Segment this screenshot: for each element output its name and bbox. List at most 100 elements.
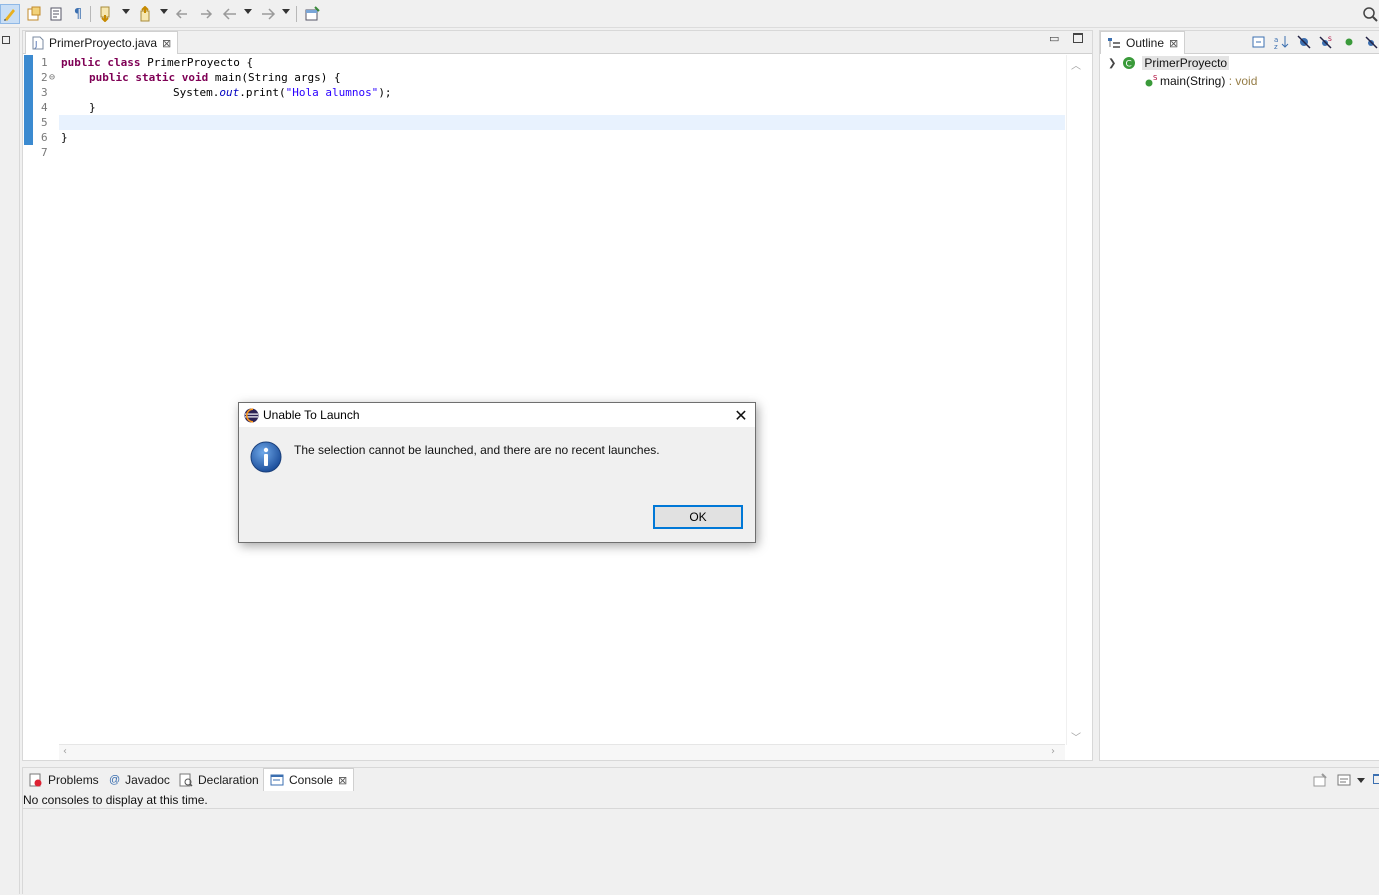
- line-number: 5: [41, 116, 48, 129]
- maximize-icon[interactable]: [1373, 774, 1379, 784]
- dialog-title: Unable To Launch: [263, 408, 360, 422]
- scroll-left-icon[interactable]: ‹: [63, 746, 67, 757]
- static-marker: S: [1153, 74, 1158, 82]
- close-icon[interactable]: ✕: [727, 403, 755, 427]
- hide-non-public-icon[interactable]: [1344, 37, 1354, 47]
- code-line-4: }: [89, 101, 96, 114]
- chevron-down-icon[interactable]: [122, 9, 130, 14]
- hide-static-icon[interactable]: S: [1318, 35, 1334, 49]
- code-text-area[interactable]: public class PrimerProyecto { public sta…: [59, 55, 1065, 745]
- code-line-2: public static void main(String args) {: [89, 71, 341, 84]
- close-icon[interactable]: ⊠: [1169, 37, 1178, 50]
- line-number: 4: [41, 101, 48, 114]
- hide-local-types-icon[interactable]: [1364, 35, 1378, 49]
- code-line-1: public class PrimerProyecto {: [61, 56, 254, 69]
- toolbar-separator: [296, 6, 297, 22]
- show-whitespace-icon[interactable]: ¶: [68, 4, 88, 24]
- line-number: 7: [41, 146, 48, 159]
- tab-javadoc[interactable]: @ Javadoc: [103, 768, 176, 791]
- line-number-ruler: 1 2 ⊖ 3 4 5 6 7: [35, 55, 59, 745]
- svg-text:z: z: [1274, 43, 1278, 50]
- scroll-down-icon[interactable]: ﹀: [1071, 729, 1081, 744]
- console-icon: [270, 774, 284, 786]
- javadoc-icon: @: [109, 773, 121, 786]
- outline-class-node[interactable]: ❯ C PrimerProyecto: [1108, 54, 1230, 72]
- ok-button[interactable]: OK: [653, 505, 743, 529]
- svg-text:J: J: [34, 40, 37, 49]
- scroll-right-icon[interactable]: ›: [1051, 746, 1055, 757]
- editor-tab-bar: J PrimerProyecto.java ⊠ ▭: [23, 31, 1092, 54]
- close-icon[interactable]: ⊠: [162, 37, 171, 50]
- line-number: 2: [41, 71, 48, 84]
- pin-editor-icon[interactable]: [302, 4, 322, 24]
- main-toolbar: ¶: [0, 0, 1379, 28]
- quick-diff-ruler: [23, 55, 35, 745]
- console-content-area: [23, 808, 1379, 895]
- forward-arrow-icon[interactable]: [258, 4, 278, 24]
- code-line-3: System.out.print("Hola alumnos");: [173, 86, 392, 99]
- line-number: 3: [41, 86, 48, 99]
- forward-edit-location-icon[interactable]: [196, 4, 216, 24]
- restore-icon[interactable]: [2, 36, 10, 44]
- svg-text:C: C: [1126, 60, 1132, 70]
- minimize-icon[interactable]: ▭: [1049, 32, 1059, 45]
- toolbar-separator: [90, 6, 91, 22]
- tab-declaration-label: Declaration: [198, 772, 259, 787]
- fold-toggle-icon[interactable]: ⊖: [49, 70, 55, 85]
- pin-console-icon[interactable]: [1313, 773, 1327, 787]
- outline-view: Outline ⊠ az S ❯ C PrimerProyecto S main…: [1099, 30, 1379, 761]
- change-marker: [24, 55, 33, 145]
- tab-console[interactable]: Console ⊠: [263, 768, 355, 791]
- previous-annotation-icon[interactable]: [136, 4, 156, 24]
- dialog-title-bar[interactable]: Unable To Launch ✕: [239, 403, 755, 427]
- chevron-down-icon[interactable]: [1357, 778, 1365, 783]
- editor-vertical-scrollbar[interactable]: ︿ ﹀: [1066, 55, 1083, 745]
- outline-method-label: main(String): [1160, 74, 1226, 88]
- editor-horizontal-scrollbar[interactable]: ‹ ›: [59, 744, 1065, 760]
- tab-console-label: Console: [289, 773, 334, 787]
- back-arrow-icon[interactable]: [220, 4, 240, 24]
- toggle-block-selection-icon[interactable]: [24, 4, 44, 24]
- tab-declaration[interactable]: Declaration: [173, 768, 265, 791]
- maximize-icon[interactable]: [1073, 33, 1083, 43]
- chevron-down-icon[interactable]: ❯: [1108, 58, 1116, 69]
- eclipse-logo-icon: [244, 408, 259, 423]
- code-line-6: }: [61, 131, 68, 144]
- display-console-icon[interactable]: [1337, 773, 1351, 787]
- collapse-all-icon[interactable]: [1252, 35, 1266, 49]
- outline-class-label: PrimerProyecto: [1142, 56, 1230, 70]
- next-annotation-icon[interactable]: [96, 4, 116, 24]
- editor-area: J PrimerProyecto.java ⊠ ▭ 1 2 ⊖ 3 4 5 6 …: [22, 30, 1093, 761]
- outline-tab-bar: Outline ⊠ az S: [1100, 31, 1379, 54]
- public-method-icon: S: [1145, 74, 1158, 87]
- problems-icon: [29, 773, 42, 786]
- editor-tab-label: PrimerProyecto.java: [49, 36, 158, 50]
- sort-icon[interactable]: az: [1274, 34, 1290, 50]
- console-empty-message: No consoles to display at this time.: [23, 793, 208, 807]
- outline-tab-label: Outline: [1126, 36, 1165, 50]
- tab-primer-proyecto-java[interactable]: J PrimerProyecto.java ⊠: [25, 31, 179, 54]
- outline-icon: [1108, 38, 1120, 48]
- outline-method-node[interactable]: S main(String) : void: [1144, 72, 1257, 90]
- tab-javadoc-label: Javadoc: [125, 772, 170, 787]
- close-icon[interactable]: ⊠: [338, 774, 347, 787]
- java-file-icon: J: [32, 36, 44, 50]
- svg-text:S: S: [1328, 36, 1332, 43]
- scroll-up-icon[interactable]: ︿: [1071, 57, 1081, 72]
- tab-outline[interactable]: Outline ⊠: [1100, 31, 1186, 54]
- bottom-tab-bar: Problems @ Javadoc Declaration Console ⊠: [23, 768, 1379, 792]
- last-edit-location-icon[interactable]: [172, 4, 192, 24]
- left-trim-stack: [0, 28, 20, 894]
- unable-to-launch-dialog: Unable To Launch ✕ The selection cannot …: [238, 402, 756, 543]
- class-icon: C: [1123, 57, 1136, 70]
- toggle-mark-occurrences-icon[interactable]: [0, 4, 20, 24]
- hide-fields-icon[interactable]: [1296, 35, 1312, 49]
- word-wrap-icon[interactable]: [46, 4, 66, 24]
- dialog-message: The selection cannot be launched, and th…: [294, 443, 660, 457]
- search-icon[interactable]: [1360, 4, 1379, 24]
- chevron-down-icon[interactable]: [244, 9, 252, 14]
- chevron-down-icon[interactable]: [160, 9, 168, 14]
- chevron-down-icon[interactable]: [282, 9, 290, 14]
- tab-problems[interactable]: Problems: [23, 768, 105, 791]
- line-number: 1: [41, 56, 48, 69]
